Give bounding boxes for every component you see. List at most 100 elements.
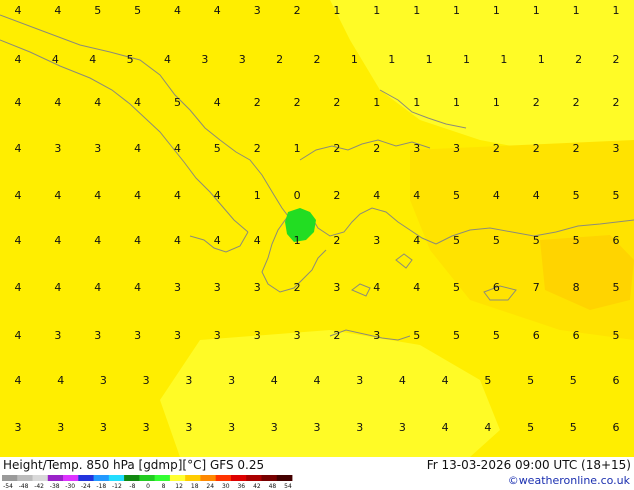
- temperature-value: 1: [373, 4, 380, 17]
- legend-swatch: [154, 475, 171, 481]
- temperature-value: 3: [228, 374, 235, 387]
- temperature-value: 4: [94, 96, 101, 109]
- temperature-value: 5: [493, 234, 500, 247]
- legend-tick-label: 42: [253, 483, 261, 489]
- temperature-value: 4: [413, 234, 420, 247]
- temperature-value: 2: [575, 53, 582, 66]
- temperature-value: 4: [134, 234, 141, 247]
- temperature-value: 4: [94, 281, 101, 294]
- temperature-value: 3: [254, 329, 261, 342]
- legend-swatch: [17, 475, 33, 481]
- temperature-value: 2: [254, 142, 261, 155]
- temperature-value: 4: [134, 96, 141, 109]
- temperature-value: 4: [174, 142, 181, 155]
- temperature-value: 4: [15, 374, 22, 387]
- temperature-value: 3: [399, 421, 406, 434]
- temperature-value: 7: [533, 281, 540, 294]
- legend-tick-label: 48: [269, 483, 277, 489]
- legend-swatch: [2, 475, 18, 481]
- temperature-value: 5: [570, 374, 577, 387]
- temperature-value: 2: [533, 96, 540, 109]
- temperature-value: 2: [493, 142, 500, 155]
- temperature-value: 5: [453, 189, 460, 202]
- temperature-value: 5: [570, 421, 577, 434]
- temperature-value: 3: [57, 421, 64, 434]
- temperature-value: 4: [134, 189, 141, 202]
- credit-link[interactable]: ©weatheronline.co.uk: [508, 474, 630, 487]
- temperature-value: 4: [54, 4, 61, 17]
- legend-tick-label: -48: [19, 483, 29, 489]
- legend-ticks: -54 -48 -42 -38 -30 -24 -18 -12 -8 0 8 12 18 24 30 36 42…: [3, 483, 292, 489]
- temperature-value: 3: [413, 142, 420, 155]
- temperature-value: 2: [294, 281, 301, 294]
- temperature-value: 4: [134, 281, 141, 294]
- temperature-value: 4: [54, 234, 61, 247]
- temperature-value: 2: [294, 4, 301, 17]
- temperature-value: 5: [484, 374, 491, 387]
- temperature-value: 4: [164, 53, 171, 66]
- temperature-value: 1: [493, 96, 500, 109]
- legend-swatch: [78, 475, 94, 481]
- legend-tick-label: -12: [112, 483, 122, 489]
- legend-tick-label: 30: [222, 483, 230, 489]
- legend-tick-label: -8: [129, 483, 135, 489]
- temperature-value: 4: [15, 234, 22, 247]
- temperature-value: 0: [294, 189, 301, 202]
- temperature-value: 4: [254, 234, 261, 247]
- temperature-value: 4: [134, 142, 141, 155]
- temperature-value: 3: [294, 329, 301, 342]
- temperature-value: 2: [314, 53, 321, 66]
- temperature-value: 1: [493, 4, 500, 17]
- temperature-value: 3: [373, 234, 380, 247]
- temperature-value: 3: [356, 421, 363, 434]
- temperature-value: 3: [214, 281, 221, 294]
- temperature-value: 1: [426, 53, 433, 66]
- temperature-value: 2: [573, 142, 580, 155]
- temperature-value: 3: [174, 329, 181, 342]
- temperature-value: 1: [453, 4, 460, 17]
- legend-tick-label: -54: [3, 483, 13, 489]
- temperature-value: 2: [613, 96, 620, 109]
- temperature-value: 5: [613, 189, 620, 202]
- temperature-value: 4: [15, 189, 22, 202]
- temperature-value: 4: [15, 281, 22, 294]
- temperature-value: 1: [388, 53, 395, 66]
- temperature-value: 8: [573, 281, 580, 294]
- legend-tick-label: 24: [206, 483, 214, 489]
- temperature-value: 1: [463, 53, 470, 66]
- temperature-value: 4: [442, 421, 449, 434]
- temperature-value: 2: [613, 53, 620, 66]
- legend-swatch: [169, 475, 186, 481]
- temperature-value: 4: [54, 96, 61, 109]
- map-title: Height/Temp. 850 hPa [gdmp][°C] GFS 0.25: [3, 458, 265, 472]
- temperature-value: 3: [239, 53, 246, 66]
- legend-tick-label: 0: [146, 483, 150, 489]
- legend-tick-label: -18: [96, 483, 106, 489]
- temperature-value: 1: [453, 96, 460, 109]
- map-footer: Height/Temp. 850 hPa [gdmp][°C] GFS 0.25…: [0, 457, 634, 490]
- temperature-value: 5: [493, 329, 500, 342]
- temperature-value: 6: [533, 329, 540, 342]
- legend-tick-label: 18: [191, 483, 199, 489]
- temperature-value: 1: [294, 142, 301, 155]
- temperature-value: 1: [351, 53, 358, 66]
- temperature-value: 6: [613, 234, 620, 247]
- temperature-value: 1: [294, 234, 301, 247]
- temperature-value: 3: [174, 281, 181, 294]
- temperature-value: 4: [214, 96, 221, 109]
- temperature-value: 4: [484, 421, 491, 434]
- temperature-value: 5: [573, 234, 580, 247]
- temperature-value: 5: [453, 234, 460, 247]
- temperature-value: 4: [214, 234, 221, 247]
- temperature-value: 3: [333, 281, 340, 294]
- temperature-value: 6: [613, 374, 620, 387]
- weather-map: 4 4 5 5 4 4 3 2 1 1 1 1 1 1 1 1 4 4 4 5 4 3 3 2 2 1 1 1 1 1 1 2 2 4 4 4 4 5 4 2…: [0, 0, 634, 457]
- temperature-value: 4: [373, 281, 380, 294]
- temperature-value: 4: [493, 189, 500, 202]
- temperature-value: 3: [185, 421, 192, 434]
- temperature-value: 5: [174, 96, 181, 109]
- temperature-value: 4: [314, 374, 321, 387]
- temperature-value: 2: [333, 234, 340, 247]
- temperature-value: 5: [134, 4, 141, 17]
- temperature-value: 4: [174, 4, 181, 17]
